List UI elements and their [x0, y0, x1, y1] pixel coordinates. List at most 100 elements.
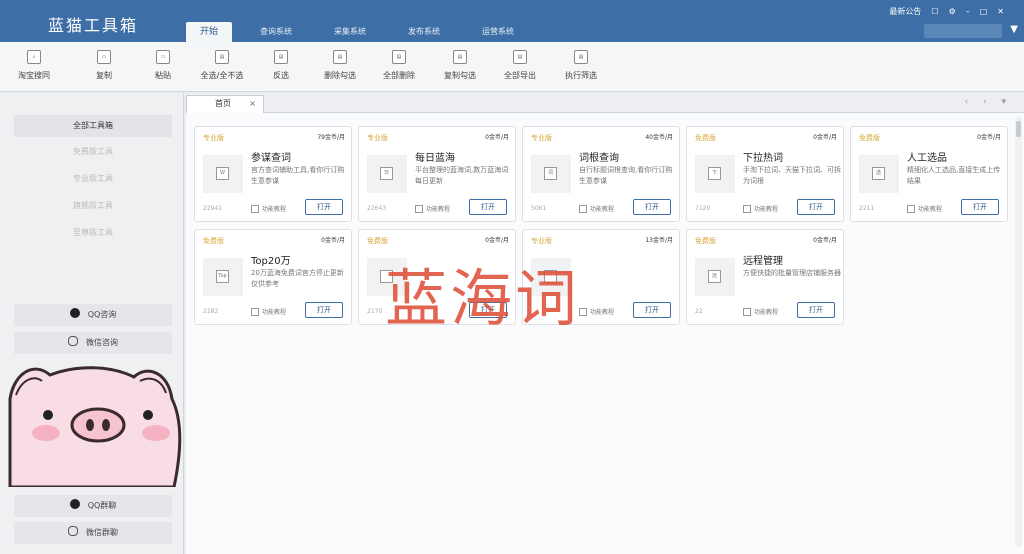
window-controls: 最新公告 ☐ ⚙ – □ ✕ [879, 6, 1004, 17]
open-button[interactable]: 打开 [633, 302, 671, 318]
open-button[interactable]: 打开 [797, 199, 835, 215]
views-count: 22 [695, 308, 703, 315]
open-button[interactable]: 打开 [961, 199, 999, 215]
open-button[interactable]: 打开 [305, 302, 343, 318]
wechat-icon [68, 336, 78, 346]
menu-tab-start[interactable]: 开始 [186, 22, 233, 42]
open-button[interactable]: 打开 [797, 302, 835, 318]
card-description: 平台整理的蓝海词,数万蓝海词每日更新 [415, 166, 509, 185]
tool-card-top20w: 免费版 0金币/月 Top Top20万 20万蓝海免费词官方停止更新仅供参考 … [194, 229, 352, 325]
tool-delete-all[interactable]: ▤ 全部删除 [369, 50, 429, 81]
menu-tab-collect[interactable]: 采集系统 [320, 22, 380, 42]
tutorial-link[interactable]: 功能教程 [251, 307, 286, 316]
qq-group-button[interactable]: QQ群聊 [14, 495, 172, 517]
tutorial-icon [251, 308, 259, 316]
tool-select-all[interactable]: ▤ 全选/全不选 [192, 50, 252, 81]
tutorial-link[interactable]: 功能教程 [415, 204, 450, 213]
close-icon[interactable]: ✕ [997, 7, 1004, 16]
tool-icon: 日 [367, 155, 407, 193]
price-label: 0金币/月 [321, 237, 345, 244]
edition-badge: 免费版 [367, 237, 388, 245]
price-label: 13金币/月 [645, 237, 673, 244]
sidebar-item-all[interactable]: 全部工具箱 [14, 115, 172, 137]
tutorial-link[interactable]: 功能教程 [579, 307, 614, 316]
open-button[interactable]: 打开 [469, 199, 507, 215]
card-title: 远程管理 [743, 256, 783, 267]
maximize-icon[interactable]: □ [980, 7, 988, 16]
tool-icon: 词 [531, 155, 571, 193]
tutorial-link[interactable]: 功能教程 [907, 204, 942, 213]
tutorial-icon [907, 205, 915, 213]
scrollbar-thumb[interactable] [1016, 121, 1021, 137]
skin-icon[interactable]: ☐ [931, 7, 938, 16]
tool-paste[interactable]: ▭ 粘贴 [133, 50, 193, 81]
tool-filter[interactable]: ▤ 执行筛选 [551, 50, 611, 81]
tool-copy-checked[interactable]: ▤ 复制勾选 [430, 50, 490, 81]
tutorial-icon [743, 205, 751, 213]
open-button[interactable]: 打开 [633, 199, 671, 215]
views-count: 5061 [531, 205, 547, 212]
tool-delete-checked[interactable]: ▤ 删除勾选 [310, 50, 370, 81]
edition-badge: 专业版 [531, 134, 552, 142]
card-description: 官方查词辅助工具,看你行订购生意参谋 [251, 166, 345, 185]
menu-tab-operate[interactable]: 运营系统 [468, 22, 528, 42]
export-all-icon: ▤ [513, 50, 527, 64]
card-description: 20万蓝海免费词官方停止更新仅供参考 [251, 269, 344, 288]
tutorial-link[interactable]: 功能教程 [743, 307, 778, 316]
minimize-icon[interactable]: – [966, 7, 970, 16]
card-title: Top20万 [251, 256, 291, 267]
sidebar-item-flagship[interactable]: 旗舰版工具 [14, 195, 172, 217]
tool-card-dropdown-hotwords: 免费版 0金币/月 下 下拉热词 手淘下拉词、天猫下拉词、可拆为词根 7120 … [686, 126, 844, 222]
tab-navigation-arrows[interactable]: ‹ › ▾ [965, 97, 1012, 107]
tool-card-daily-blue-ocean: 专业版 0金币/月 日 每日蓝海 平台整理的蓝海词,数万蓝海词每日更新 2264… [358, 126, 516, 222]
qq-consult-button[interactable]: QQ咨询 [14, 304, 172, 326]
vertical-scrollbar[interactable] [1015, 117, 1022, 547]
tutorial-icon [415, 205, 423, 213]
sidebar-item-pro[interactable]: 专业版工具 [14, 168, 172, 190]
card-title: 参谋查词 [251, 153, 291, 164]
edition-badge: 专业版 [531, 237, 552, 245]
tutorial-link[interactable]: 功能教程 [743, 204, 778, 213]
page-tab-bar: 首页 × ‹ › ▾ [186, 93, 1024, 113]
menu-tab-query[interactable]: 查询系统 [246, 22, 306, 42]
title-bar: 蓝猫工具箱 开始 查询系统 采集系统 发布系统 运营系统 最新公告 ☐ ⚙ – … [0, 0, 1024, 42]
tutorial-link[interactable]: 功能教程 [579, 204, 614, 213]
wechat-consult-button[interactable]: 微信咨询 [14, 332, 172, 354]
tab-home[interactable]: 首页 × [186, 95, 264, 113]
tool-icon: W [203, 155, 243, 193]
close-tab-icon[interactable]: × [249, 96, 256, 112]
tool-copy[interactable]: ▭ 复制 [74, 50, 134, 81]
edition-badge: 免费版 [859, 134, 880, 142]
edition-badge: 专业版 [367, 134, 388, 142]
card-title: 下拉热词 [743, 153, 783, 164]
select-all-icon: ▤ [215, 50, 229, 64]
tutorial-link[interactable]: 功能教程 [251, 204, 286, 213]
price-label: 0金币/月 [485, 134, 509, 141]
menu-tabs: 开始 查询系统 采集系统 发布系统 运营系统 [186, 22, 542, 42]
price-label: 0金币/月 [813, 134, 837, 141]
invert-selection-icon: ▤ [274, 50, 288, 64]
announcement-link[interactable]: 最新公告 [889, 6, 921, 17]
sidebar-item-free[interactable]: 免费版工具 [14, 141, 172, 163]
tool-taobao-search[interactable]: ⌕ 淘宝搜同 [4, 50, 64, 81]
paste-icon: ▭ [156, 50, 170, 64]
app-title: 蓝猫工具箱 [48, 16, 139, 35]
user-account-box[interactable] [924, 24, 1002, 38]
card-title: 每日蓝海 [415, 153, 455, 164]
filter-icon: ▤ [574, 50, 588, 64]
tutorial-icon [579, 308, 587, 316]
sidebar-item-supreme[interactable]: 至尊版工具 [14, 222, 172, 244]
watermark-overlay: 蓝海词 [385, 262, 581, 335]
wechat-group-button[interactable]: 微信群聊 [14, 522, 172, 544]
chevron-down-icon[interactable]: ▼ [1010, 24, 1018, 35]
qq-icon [69, 499, 80, 509]
menu-tab-publish[interactable]: 发布系统 [394, 22, 454, 42]
tool-export-all[interactable]: ▤ 全部导出 [490, 50, 550, 81]
copy-icon: ▭ [97, 50, 111, 64]
settings-icon[interactable]: ⚙ [949, 7, 956, 16]
open-button[interactable]: 打开 [305, 199, 343, 215]
tool-invert-selection[interactable]: ▤ 反选 [251, 50, 311, 81]
price-label: 0金币/月 [977, 134, 1001, 141]
copy-checked-icon: ▤ [453, 50, 467, 64]
edition-badge: 免费版 [695, 237, 716, 245]
